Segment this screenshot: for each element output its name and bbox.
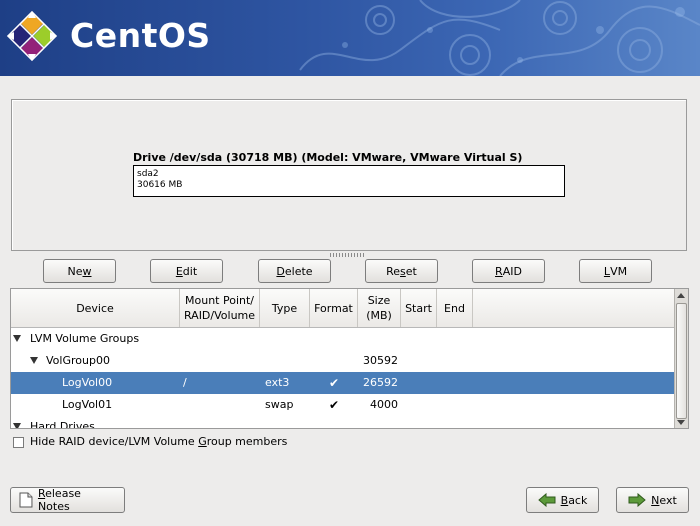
lvm-button[interactable]: L VM bbox=[579, 259, 652, 283]
table-row[interactable]: Hard Drives bbox=[11, 416, 674, 428]
row-mount-point: / bbox=[183, 376, 187, 389]
row-size: 26592 bbox=[363, 376, 398, 389]
hide-raid-lvm-label[interactable]: Hide RAID device/LVM Volume Group member… bbox=[30, 435, 287, 448]
row-device: LogVol01 bbox=[62, 398, 113, 411]
table-row[interactable]: LogVol01 swap ✔ 4000 bbox=[11, 394, 674, 416]
column-header-format[interactable]: Format bbox=[310, 289, 358, 327]
delete-button[interactable]: Delete bbox=[258, 259, 331, 283]
drive-partition-bar[interactable]: sda2 30616 MB bbox=[133, 165, 565, 197]
expander-expanded-icon[interactable] bbox=[13, 423, 21, 428]
scroll-up-arrow-icon[interactable] bbox=[677, 293, 685, 298]
format-check-icon: ✔ bbox=[329, 376, 340, 390]
partition-size: 30616 MB bbox=[137, 180, 183, 190]
arrow-left-icon bbox=[537, 493, 556, 507]
table-row-selected[interactable]: LogVol00 / ext3 ✔ 26592 bbox=[11, 372, 674, 394]
row-device: VolGroup00 bbox=[46, 354, 110, 367]
new-button[interactable]: Ne w bbox=[43, 259, 116, 283]
document-icon bbox=[19, 492, 33, 508]
column-header-end[interactable]: End bbox=[437, 289, 473, 327]
centos-logo-icon bbox=[6, 10, 58, 62]
table-scrollbar[interactable] bbox=[674, 289, 688, 428]
pane-resize-grip[interactable] bbox=[330, 253, 366, 257]
drive-title: Drive /dev/sda (30718 MB) (Model: VMware… bbox=[133, 151, 523, 164]
release-notes-button[interactable]: Release Notes bbox=[10, 487, 125, 513]
reset-button[interactable]: Re s et bbox=[365, 259, 438, 283]
expander-expanded-icon[interactable] bbox=[13, 335, 21, 342]
column-header-type[interactable]: Type bbox=[260, 289, 310, 327]
row-device: LogVol00 bbox=[62, 376, 113, 389]
row-device: Hard Drives bbox=[30, 420, 95, 428]
column-header-start[interactable]: Start bbox=[401, 289, 437, 327]
expander-expanded-icon[interactable] bbox=[30, 357, 38, 364]
table-row[interactable]: VolGroup00 30592 bbox=[11, 350, 674, 372]
table-header: Device Mount Point/ RAID/Volume Type For… bbox=[11, 289, 674, 328]
centos-banner: CentOS bbox=[0, 0, 700, 76]
raid-button[interactable]: R AID bbox=[472, 259, 545, 283]
partition-name: sda2 bbox=[137, 169, 159, 179]
centos-logo-text: CentOS bbox=[70, 16, 211, 55]
partition-table: Device Mount Point/ RAID/Volume Type For… bbox=[10, 288, 689, 429]
table-row[interactable]: LVM Volume Groups bbox=[11, 328, 674, 350]
row-device: LVM Volume Groups bbox=[30, 332, 140, 345]
row-size: 30592 bbox=[363, 354, 398, 367]
row-type: ext3 bbox=[265, 376, 290, 389]
column-header-device[interactable]: Device bbox=[11, 289, 180, 327]
edit-button[interactable]: Edit bbox=[150, 259, 223, 283]
column-header-mount-point[interactable]: Mount Point/ RAID/Volume bbox=[180, 289, 260, 327]
table-body: LVM Volume Groups VolGroup00 30592 LogVo… bbox=[11, 328, 674, 428]
column-header-size[interactable]: Size (MB) bbox=[358, 289, 401, 327]
scrollbar-thumb[interactable] bbox=[676, 303, 687, 419]
arrow-right-icon bbox=[628, 493, 646, 507]
scroll-down-arrow-icon[interactable] bbox=[677, 420, 685, 425]
drive-panel: Drive /dev/sda (30718 MB) (Model: VMware… bbox=[11, 99, 687, 251]
format-check-icon: ✔ bbox=[329, 398, 340, 412]
row-size: 4000 bbox=[370, 398, 398, 411]
next-button[interactable]: Next bbox=[616, 487, 689, 513]
row-type: swap bbox=[265, 398, 294, 411]
back-button[interactable]: Back bbox=[526, 487, 599, 513]
hide-raid-lvm-checkbox[interactable] bbox=[13, 437, 24, 448]
